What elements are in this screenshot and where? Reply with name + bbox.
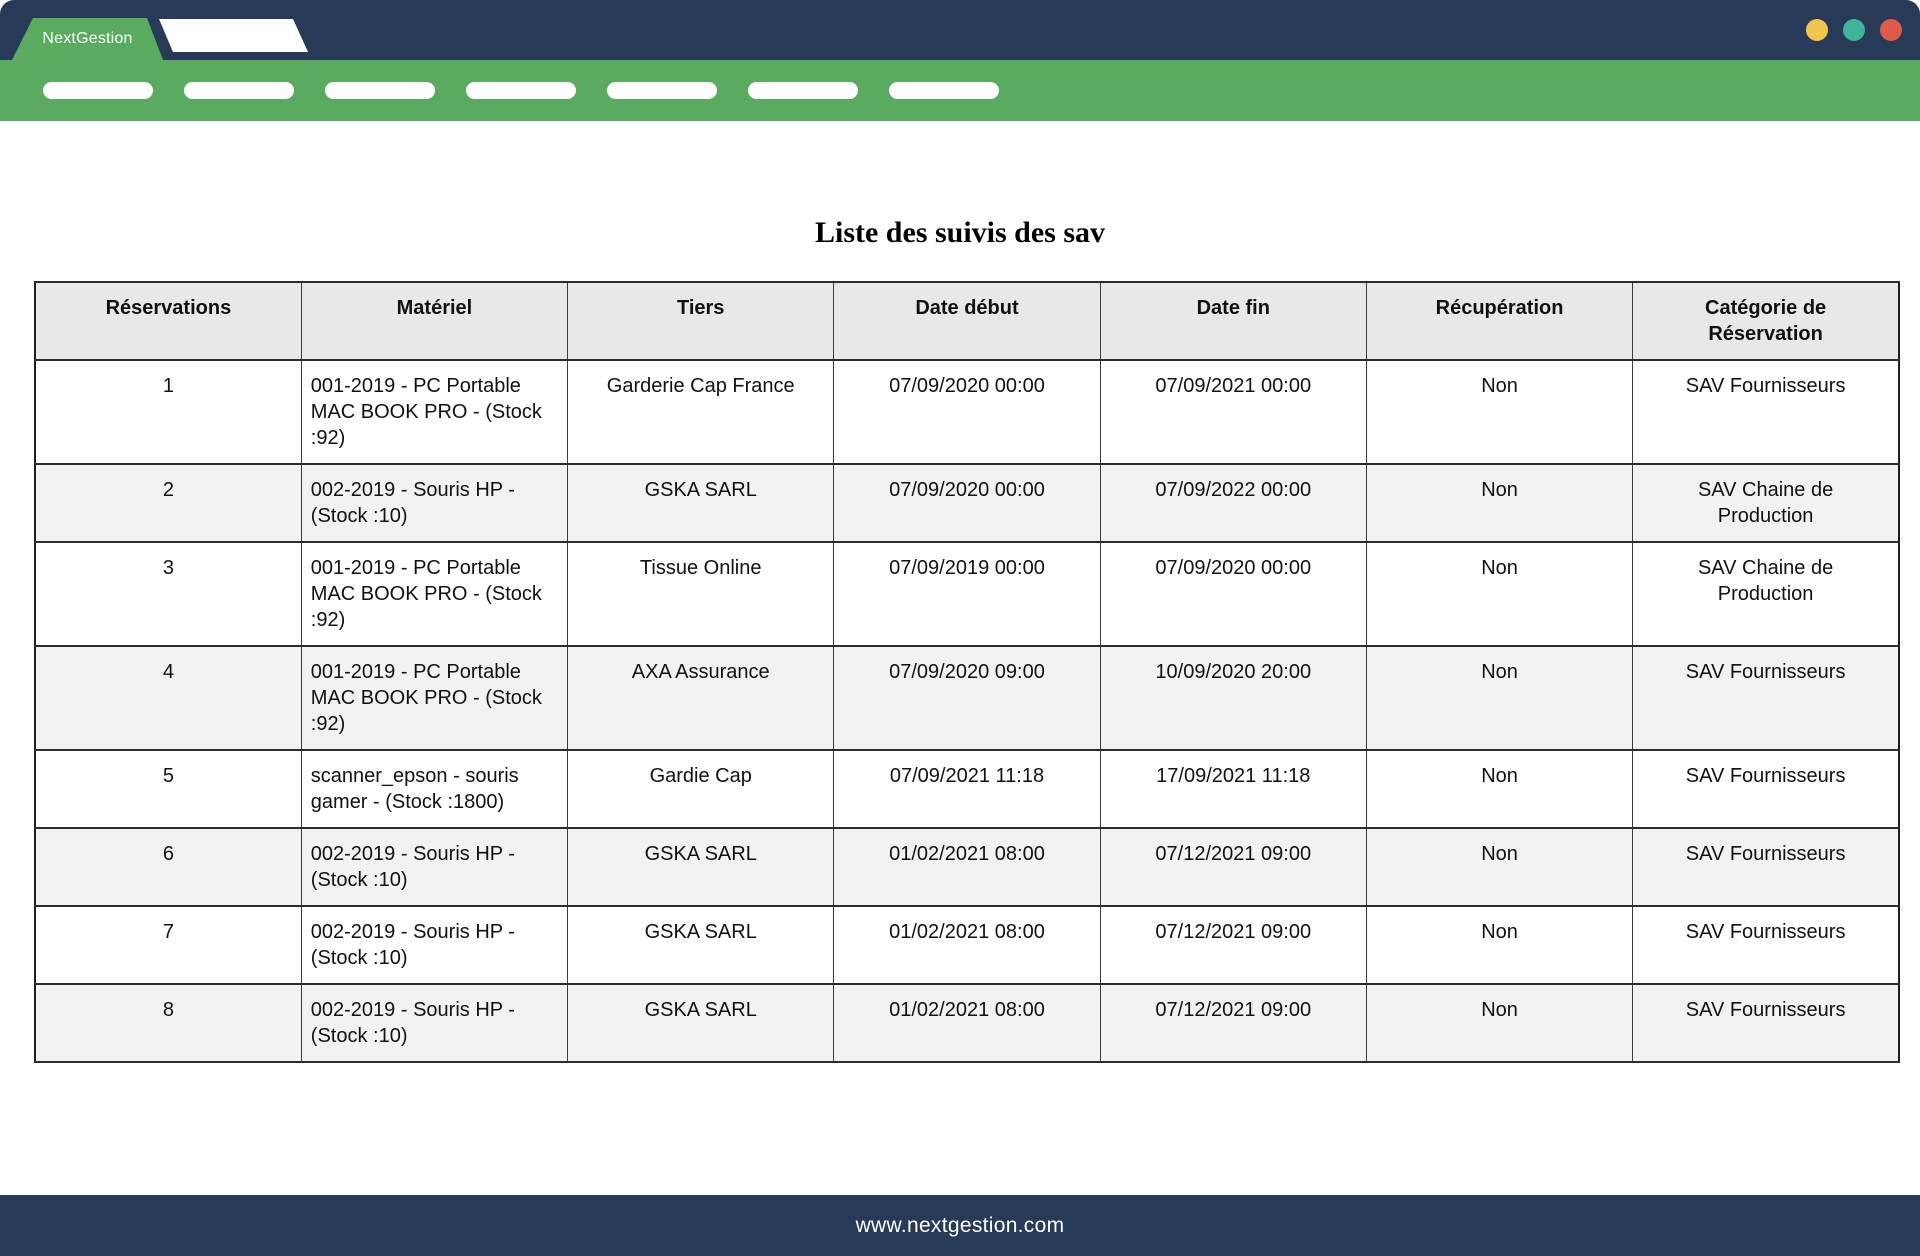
header-row: Réservations Matériel Tiers Date début Date … — [34, 281, 1900, 361]
table-cell: SAV Fournisseurs — [1632, 905, 1900, 985]
table-cell: Non — [1365, 827, 1634, 907]
window-dot-teal — [1843, 19, 1865, 41]
table-cell: Tissue Online — [567, 541, 835, 647]
table-cell: 10/09/2020 20:00 — [1099, 645, 1367, 751]
table-cell: 07/09/2022 00:00 — [1099, 463, 1367, 543]
secondary-tab — [159, 19, 308, 52]
table-cell: GSKA SARL — [567, 905, 835, 985]
table-cell: Non — [1365, 749, 1634, 829]
sav-table: Réservations Matériel Tiers Date début Date … — [34, 281, 1900, 1063]
table-cell: 8 — [34, 983, 302, 1063]
table-cell: 001-2019 - PC Portable MAC BOOK PRO - (S… — [300, 359, 569, 465]
table-cell: 17/09/2021 11:18 — [1099, 749, 1367, 829]
table-cell: 01/02/2021 08:00 — [833, 827, 1101, 907]
table-cell: GSKA SARL — [567, 827, 835, 907]
table-cell: Non — [1365, 359, 1634, 465]
table-cell: Garderie Cap France — [567, 359, 835, 465]
table-cell: Non — [1365, 541, 1634, 647]
table-cell: AXA Assurance — [567, 645, 835, 751]
site-footer: www.nextgestion.com — [0, 1195, 1920, 1256]
nav-pill[interactable] — [184, 82, 294, 99]
nav-bar — [0, 60, 1920, 121]
table-cell: scanner_epson - souris gamer - (Stock :1… — [300, 749, 569, 829]
table-cell: 002-2019 - Souris HP - (Stock :10) — [300, 827, 569, 907]
table-cell: SAV Fournisseurs — [1632, 983, 1900, 1063]
table-row: 7 002-2019 - Souris HP - (Stock :10) GSKA … — [34, 905, 1900, 985]
table-cell: 07/12/2021 09:00 — [1099, 983, 1367, 1063]
column-header: Matériel — [300, 281, 569, 361]
table-cell: Gardie Cap — [567, 749, 835, 829]
brand-tab-label: NextGestion — [42, 30, 133, 47]
table-cell: Non — [1365, 463, 1634, 543]
table-cell: 3 — [34, 541, 302, 647]
nav-pill[interactable] — [607, 82, 717, 99]
nav-pill[interactable] — [748, 82, 858, 99]
table-cell: 07/09/2021 00:00 — [1099, 359, 1367, 465]
table-row: 4 001-2019 - PC Portable MAC BOOK PRO - (… — [34, 645, 1900, 751]
table-cell: 001-2019 - PC Portable MAC BOOK PRO - (S… — [300, 645, 569, 751]
table-cell: SAV Fournisseurs — [1632, 359, 1900, 465]
table-cell: 7 — [34, 905, 302, 985]
table-cell: 07/09/2020 00:00 — [833, 359, 1101, 465]
column-header: Catégorie de Réservation — [1632, 281, 1900, 361]
table-cell: 4 — [34, 645, 302, 751]
table-row: 6 002-2019 - Souris HP - (Stock :10) GSKA … — [34, 827, 1900, 907]
table-cell: 002-2019 - Souris HP - (Stock :10) — [300, 983, 569, 1063]
nav-pill[interactable] — [43, 82, 153, 99]
table-cell: 01/02/2021 08:00 — [833, 905, 1101, 985]
window-header: NextGestion — [0, 0, 1920, 60]
brand-tab: NextGestion — [12, 18, 163, 60]
table-head: Réservations Matériel Tiers Date début Date … — [34, 281, 1900, 361]
table-cell: Non — [1365, 645, 1634, 751]
table-cell: 002-2019 - Souris HP - (Stock :10) — [300, 905, 569, 985]
table-cell: 002-2019 - Souris HP - (Stock :10) — [300, 463, 569, 543]
table-cell: 01/02/2021 08:00 — [833, 983, 1101, 1063]
table-cell: GSKA SARL — [567, 463, 835, 543]
column-header: Récupération — [1365, 281, 1634, 361]
table-row: 5 scanner_epson - souris gamer - (Stock :… — [34, 749, 1900, 829]
window-dot-yellow — [1806, 19, 1828, 41]
table-row: 1 001-2019 - PC Portable MAC BOOK PRO - (… — [34, 359, 1900, 465]
nav-pill[interactable] — [889, 82, 999, 99]
column-header: Tiers — [567, 281, 835, 361]
page-title: Liste des suivis des sav — [814, 216, 1106, 249]
table-cell: SAV Fournisseurs — [1632, 827, 1900, 907]
table-cell: 001-2019 - PC Portable MAC BOOK PRO - (S… — [300, 541, 569, 647]
report-page: Liste des suivis des sav Réservations Mat… — [0, 121, 1920, 1063]
table-cell: 2 — [34, 463, 302, 543]
table-cell: 07/09/2019 00:00 — [833, 541, 1101, 647]
table-cell: SAV Chaine de Production — [1632, 541, 1900, 647]
table-cell: 07/09/2020 09:00 — [833, 645, 1101, 751]
table-cell: Non — [1365, 905, 1634, 985]
table-cell: SAV Fournisseurs — [1632, 749, 1900, 829]
table-row: 8 002-2019 - Souris HP - (Stock :10) GSKA … — [34, 983, 1900, 1063]
window-controls — [1806, 19, 1902, 41]
table-row: 2 002-2019 - Souris HP - (Stock :10) GSKA … — [34, 463, 1900, 543]
table-cell: SAV Fournisseurs — [1632, 645, 1900, 751]
table-cell: 07/09/2020 00:00 — [1099, 541, 1367, 647]
nav-pill[interactable] — [325, 82, 435, 99]
column-header: Réservations — [34, 281, 302, 361]
window-dot-red — [1880, 19, 1902, 41]
table-cell: 07/12/2021 09:00 — [1099, 827, 1367, 907]
column-header: Date début — [833, 281, 1101, 361]
table-body: 1 001-2019 - PC Portable MAC BOOK PRO - (… — [34, 359, 1900, 1063]
column-header: Date fin — [1099, 281, 1367, 361]
table-cell: 07/12/2021 09:00 — [1099, 905, 1367, 985]
table-cell: GSKA SARL — [567, 983, 835, 1063]
table-cell: 07/09/2020 00:00 — [833, 463, 1101, 543]
table-cell: 1 — [34, 359, 302, 465]
table-cell: 5 — [34, 749, 302, 829]
footer-url[interactable]: www.nextgestion.com — [856, 1214, 1065, 1238]
table-cell: 6 — [34, 827, 302, 907]
table-row: 3 001-2019 - PC Portable MAC BOOK PRO - (… — [34, 541, 1900, 647]
nav-pill[interactable] — [466, 82, 576, 99]
table-cell: Non — [1365, 983, 1634, 1063]
table-cell: SAV Chaine de Production — [1632, 463, 1900, 543]
table-cell: 07/09/2021 11:18 — [833, 749, 1101, 829]
